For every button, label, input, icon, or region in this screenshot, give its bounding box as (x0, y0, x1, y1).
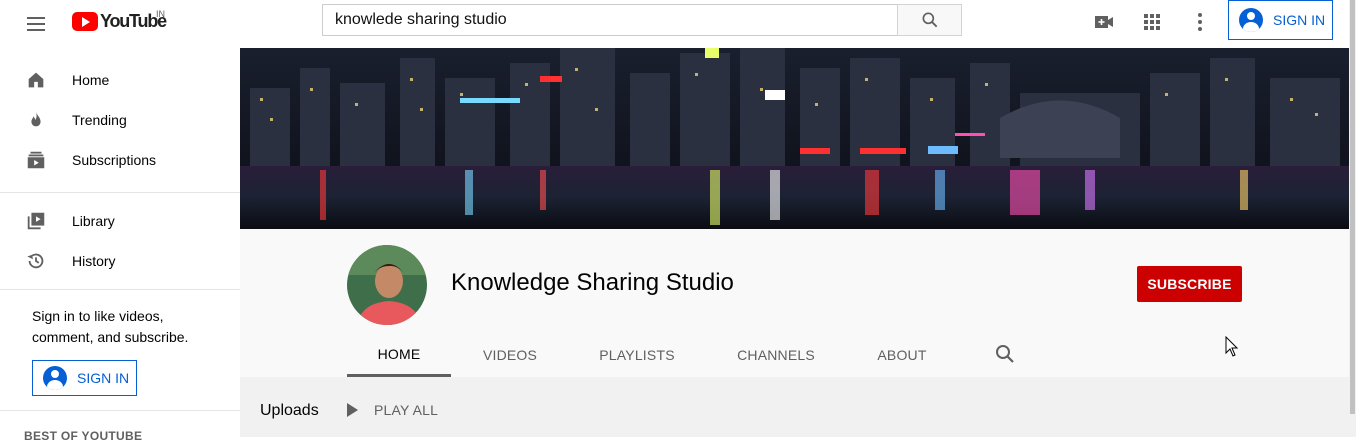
page-scrollbar[interactable] (1349, 0, 1356, 437)
subscriptions-icon (24, 148, 48, 172)
menu-icon[interactable] (24, 12, 48, 36)
uploads-shelf-header: Uploads PLAY ALL (240, 377, 1349, 437)
mouse-cursor-icon (1225, 335, 1239, 363)
home-icon (24, 68, 48, 92)
search-button[interactable] (897, 4, 962, 36)
channel-banner (240, 48, 1349, 229)
sidebar-sign-in-button[interactable]: SIGN IN (32, 360, 137, 396)
channel-name: Knowledge Sharing Studio (451, 269, 734, 296)
tab-home[interactable]: HOME (347, 333, 451, 377)
tab-playlists[interactable]: PLAYLISTS (585, 333, 689, 377)
sidebar-item-label: Home (72, 72, 110, 88)
sidebar-item-history[interactable]: History (0, 241, 240, 281)
sidebar: Home Trending Subscriptions Library Hist… (0, 48, 240, 443)
masthead: YouTube IN SIGN IN (0, 0, 1356, 48)
youtube-logo[interactable]: YouTube IN (72, 9, 167, 32)
channel-search-icon[interactable] (993, 342, 1017, 366)
sidebar-item-home[interactable]: Home (0, 60, 240, 100)
sidebar-item-label: Trending (72, 112, 127, 128)
channel-avatar[interactable] (347, 245, 427, 325)
scrollbar-thumb[interactable] (1350, 0, 1355, 414)
sign-in-label: SIGN IN (1273, 12, 1326, 28)
sidebar-item-trending[interactable]: Trending (0, 100, 240, 140)
sign-in-label: SIGN IN (77, 370, 130, 386)
section-title[interactable]: Uploads (260, 402, 319, 420)
search-icon (922, 12, 937, 28)
search-input[interactable] (335, 11, 898, 29)
sidebar-item-label: Library (72, 213, 115, 229)
tab-channels[interactable]: CHANNELS (721, 333, 831, 377)
sidebar-divider (0, 192, 240, 193)
sidebar-divider (0, 289, 240, 290)
search-box[interactable] (322, 4, 898, 36)
flame-icon (24, 108, 48, 132)
play-all-button[interactable]: PLAY ALL (347, 398, 438, 422)
sidebar-item-subscriptions[interactable]: Subscriptions (0, 140, 240, 180)
tab-about[interactable]: ABOUT (863, 333, 941, 377)
play-icon (347, 403, 358, 417)
apps-grid-icon[interactable] (1140, 10, 1164, 34)
sign-in-button[interactable]: SIGN IN (1228, 0, 1333, 40)
channel-page: Knowledge Sharing Studio SUBSCRIBE HOME … (240, 48, 1349, 437)
account-icon (1239, 8, 1263, 32)
channel-header: Knowledge Sharing Studio SUBSCRIBE HOME … (240, 229, 1349, 377)
country-code: IN (156, 9, 165, 19)
play-all-label: PLAY ALL (374, 402, 439, 418)
youtube-play-icon (72, 11, 98, 31)
sidebar-item-library[interactable]: Library (0, 201, 240, 241)
sidebar-item-label: Subscriptions (72, 152, 157, 168)
sidebar-item-label: History (72, 253, 116, 269)
account-icon (43, 366, 67, 390)
section-heading: BEST OF YOUTUBE (24, 429, 143, 443)
sign-in-prompt: Sign in to like videos, comment, and sub… (32, 308, 189, 345)
subscribe-button[interactable]: SUBSCRIBE (1137, 266, 1242, 302)
library-icon (24, 209, 48, 233)
sidebar-divider (0, 410, 240, 411)
history-icon (24, 249, 48, 273)
more-vert-icon[interactable] (1188, 10, 1212, 34)
tab-videos[interactable]: VIDEOS (467, 333, 553, 377)
create-video-icon[interactable] (1092, 10, 1116, 34)
